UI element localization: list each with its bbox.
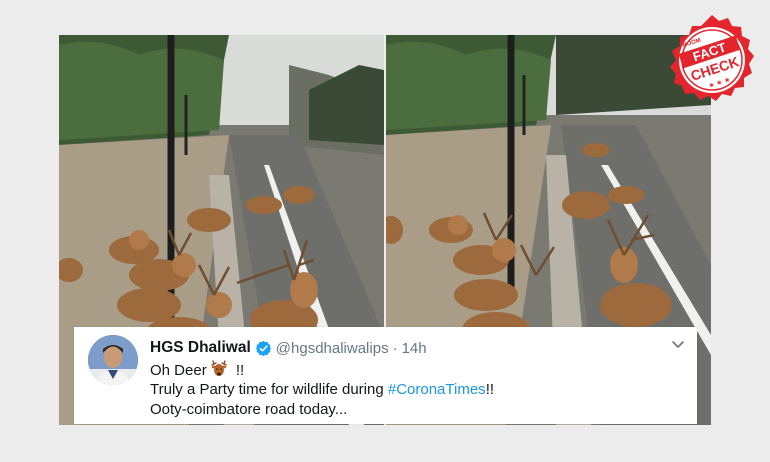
tweet-line-2-prefix: Truly a Party time for wildlife during: [150, 381, 388, 398]
separator-dot: ·: [392, 339, 398, 357]
display-name[interactable]: HGS Dhaliwal: [150, 339, 251, 357]
tweet-line-2: Truly a Party time for wildlife during #…: [150, 380, 494, 400]
fact-check-badge: FACT CHECK BOOM ★ ★ ★: [664, 12, 760, 108]
verified-badge-icon: [255, 340, 272, 357]
tweet-line-1-suffix: !!: [231, 362, 245, 379]
tweet-line-3: Ooty-coimbatore road today...: [150, 401, 348, 418]
tweet-text: Oh Deer !! Truly a Party time for wildli…: [150, 360, 494, 420]
avatar[interactable]: [88, 335, 138, 385]
deer-emoji-icon: [209, 360, 229, 378]
tweet-header: HGS Dhaliwal @hgsdhaliwalips · 14h: [150, 337, 427, 359]
handle[interactable]: @hgsdhaliwalips: [276, 340, 389, 357]
tweet-line-2-suffix: !!: [485, 381, 495, 398]
tweet-line-1: Oh Deer !!: [150, 360, 494, 380]
chevron-down-icon[interactable]: [671, 337, 685, 351]
tweet-line-1-text: Oh Deer: [150, 362, 207, 379]
hashtag-link[interactable]: #CoronaTimes: [388, 381, 486, 398]
tweet-card[interactable]: HGS Dhaliwal @hgsdhaliwalips · 14h Oh De…: [74, 327, 697, 424]
timestamp[interactable]: 14h: [402, 340, 427, 357]
